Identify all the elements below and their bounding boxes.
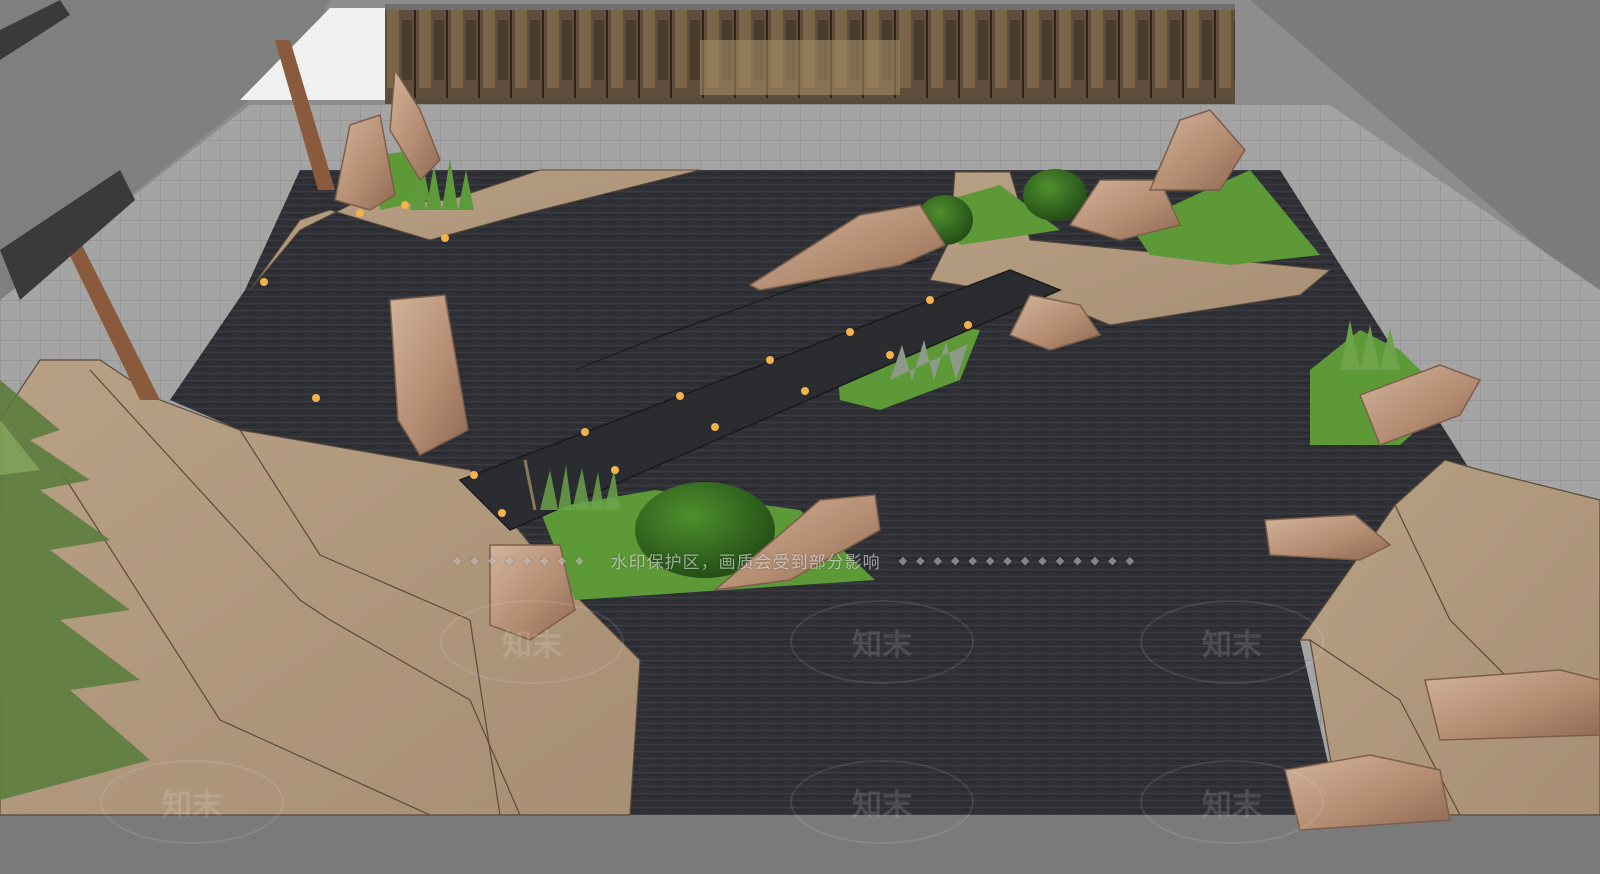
facade-header	[385, 4, 1235, 10]
facade-sill	[385, 98, 1235, 104]
courtyard-scene	[0, 0, 1600, 874]
lobby-light	[700, 40, 900, 95]
courtyard-render: ◆◆◆◆◆◆◆◆ 水印保护区，画质会受到部分影响 ◆◆◆◆◆◆◆◆◆◆◆◆◆◆ …	[0, 0, 1600, 874]
